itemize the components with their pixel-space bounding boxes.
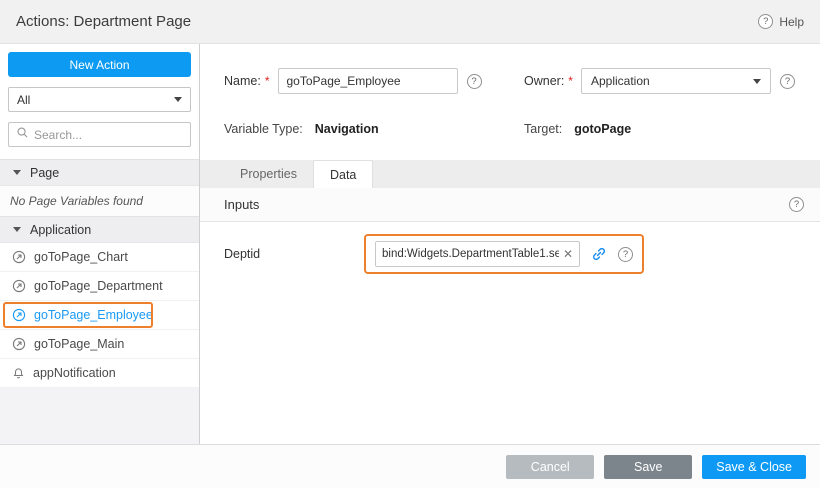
help-icon[interactable]: ?: [467, 74, 482, 89]
owner-select[interactable]: Application: [581, 68, 771, 94]
actions-dialog: Actions: Department Page ? Help New Acti…: [0, 0, 820, 488]
collapse-arrow-icon: [13, 227, 21, 232]
deptid-field-row: Deptid ✕ ?: [200, 222, 820, 286]
sidebar-controls: New Action All: [0, 44, 199, 159]
target-label: Target:: [524, 122, 562, 136]
deptid-bind-input-box: ✕: [375, 241, 580, 267]
notification-icon: [12, 367, 25, 380]
inputs-section-title: Inputs: [224, 197, 259, 212]
help-label: Help: [779, 15, 804, 29]
tree-item-label: goToPage_Chart: [34, 250, 128, 264]
clear-bind-icon[interactable]: ✕: [563, 248, 573, 260]
save-and-close-button[interactable]: Save & Close: [702, 455, 806, 479]
tree-section-page-label: Page: [30, 166, 59, 180]
help-icon: ?: [758, 14, 773, 29]
owner-select-value: Application: [591, 74, 650, 88]
caret-down-icon: [753, 79, 761, 84]
variables-sidebar: New Action All Page No Page Variables fo…: [0, 44, 200, 444]
search-box: [8, 122, 191, 147]
cancel-button[interactable]: Cancel: [506, 455, 594, 479]
action-form: Name: * ? Owner: * Application ?: [200, 44, 820, 160]
inputs-section-header: Inputs ?: [200, 188, 820, 222]
help-icon[interactable]: ?: [789, 197, 804, 212]
tab-data[interactable]: Data: [313, 160, 373, 188]
bind-link-icon[interactable]: [591, 246, 607, 262]
help-icon[interactable]: ?: [618, 247, 633, 262]
variable-type-value: Navigation: [315, 122, 379, 136]
name-label: Name:: [224, 74, 261, 88]
navigation-action-icon: [12, 250, 26, 264]
annotation-highlight-box: ✕ ?: [364, 234, 644, 274]
navigation-action-icon: [12, 337, 26, 351]
help-button[interactable]: ? Help: [758, 14, 804, 29]
collapse-arrow-icon: [13, 170, 21, 175]
deptid-label: Deptid: [224, 247, 364, 261]
deptid-bind-input[interactable]: [382, 248, 559, 260]
sidebar-item-gotopage-department[interactable]: goToPage_Department: [0, 272, 199, 301]
navigation-action-icon: [12, 279, 26, 293]
sidebar-item-gotopage-employee[interactable]: goToPage_Employee: [0, 301, 199, 330]
caret-down-icon: [174, 97, 182, 102]
tree-item-label: goToPage_Department: [34, 279, 163, 293]
required-marker: *: [568, 74, 573, 88]
target-value: gotoPage: [574, 122, 631, 136]
action-detail-panel: Name: * ? Owner: * Application ?: [200, 44, 820, 444]
filter-dropdown[interactable]: All: [8, 87, 191, 112]
tree-item-label: goToPage_Employee: [34, 308, 153, 322]
tree-section-page[interactable]: Page: [0, 159, 199, 186]
name-input[interactable]: [278, 68, 458, 94]
search-input[interactable]: [34, 128, 183, 142]
tree-item-label: goToPage_Main: [34, 337, 124, 351]
type-target-row: Variable Type: Navigation Target: gotoPa…: [224, 122, 796, 136]
data-tab-content: Inputs ? Deptid ✕: [200, 188, 820, 444]
navigation-action-icon: [12, 308, 26, 322]
owner-field-group: Owner: * Application ?: [524, 68, 795, 94]
new-action-button[interactable]: New Action: [8, 52, 191, 77]
sidebar-item-gotopage-main[interactable]: goToPage_Main: [0, 330, 199, 359]
required-marker: *: [265, 74, 270, 88]
variable-type-label: Variable Type:: [224, 122, 303, 136]
owner-label: Owner:: [524, 74, 564, 88]
name-owner-row: Name: * ? Owner: * Application ?: [224, 68, 796, 94]
dialog-body: New Action All Page No Page Variables fo…: [0, 44, 820, 444]
sidebar-filler: [0, 388, 199, 444]
sidebar-item-gotopage-chart[interactable]: goToPage_Chart: [0, 243, 199, 272]
tree-section-application-label: Application: [30, 223, 91, 237]
search-icon: [16, 126, 29, 144]
detail-tabbar: Properties Data: [200, 160, 820, 188]
dialog-footer: Cancel Save Save & Close: [0, 444, 820, 488]
help-icon[interactable]: ?: [780, 74, 795, 89]
filter-dropdown-value: All: [17, 93, 30, 107]
page-empty-message: No Page Variables found: [0, 186, 199, 216]
sidebar-item-appnotification[interactable]: appNotification: [0, 359, 199, 388]
tab-properties[interactable]: Properties: [224, 160, 313, 188]
dialog-header: Actions: Department Page ? Help: [0, 0, 820, 44]
tree-section-application[interactable]: Application: [0, 216, 199, 243]
variable-type-group: Variable Type: Navigation: [224, 122, 524, 136]
save-button[interactable]: Save: [604, 455, 692, 479]
tree-item-label: appNotification: [33, 366, 116, 380]
page-title: Actions: Department Page: [16, 13, 191, 30]
name-field-group: Name: * ?: [224, 68, 524, 94]
target-group: Target: gotoPage: [524, 122, 631, 136]
